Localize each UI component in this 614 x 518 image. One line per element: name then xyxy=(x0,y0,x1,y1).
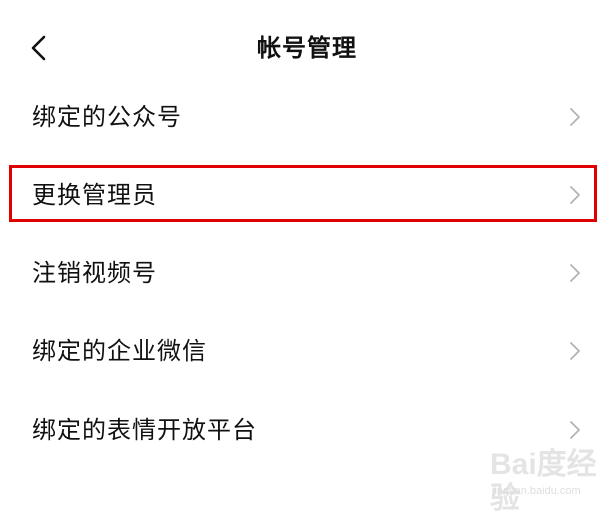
chevron-right-icon xyxy=(566,420,582,440)
page-title: 帐号管理 xyxy=(257,34,357,62)
menu-item-label: 绑定的企业微信 xyxy=(32,337,207,365)
chevron-right-icon xyxy=(566,185,582,205)
menu-item-bound-sticker-platform[interactable]: 绑定的表情开放平台 xyxy=(0,399,614,461)
menu-item-label: 更换管理员 xyxy=(32,181,157,209)
menu-item-bound-official-account[interactable]: 绑定的公众号 xyxy=(0,86,614,148)
menu-item-label: 绑定的公众号 xyxy=(32,103,182,131)
menu-item-label: 注销视频号 xyxy=(32,259,157,287)
chevron-right-icon xyxy=(566,107,582,127)
watermark-site: jingyan.baidu.com xyxy=(492,485,581,497)
menu-item-label: 绑定的表情开放平台 xyxy=(32,416,257,444)
menu-item-change-admin[interactable]: 更换管理员 xyxy=(0,164,614,226)
chevron-right-icon xyxy=(566,341,582,361)
menu-item-deactivate-channel[interactable]: 注销视频号 xyxy=(0,242,614,304)
header-bar: 帐号管理 xyxy=(0,0,614,96)
chevron-right-icon xyxy=(566,263,582,283)
menu-item-bound-wecom[interactable]: 绑定的企业微信 xyxy=(0,320,614,382)
